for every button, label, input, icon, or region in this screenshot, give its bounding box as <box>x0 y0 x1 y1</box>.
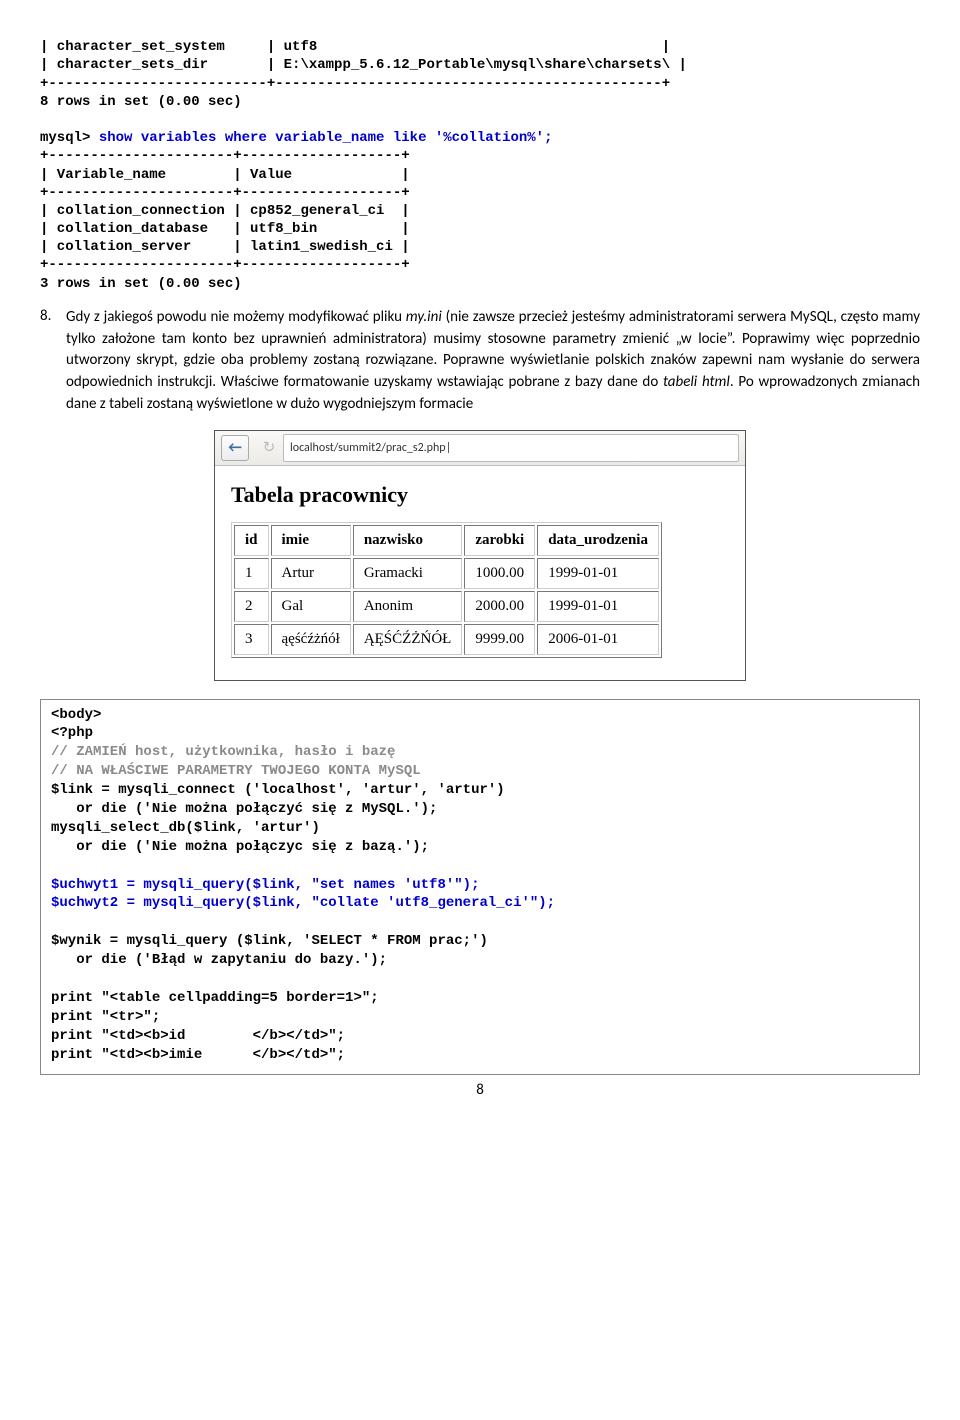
col-nazwisko: nazwisko <box>353 525 463 556</box>
sql-output: | character_set_system | utf8 | | charac… <box>40 20 920 293</box>
back-button[interactable]: ← <box>221 435 249 461</box>
browser-content: Tabela pracownicy id imie nazwisko zarob… <box>215 466 745 680</box>
col-data: data_urodzenia <box>537 525 659 556</box>
step-8-paragraph: 8. Gdy z jakiegoś powodu nie możemy mody… <box>40 307 920 416</box>
employees-table: id imie nazwisko zarobki data_urodzenia … <box>231 522 662 658</box>
browser-screenshot: ← ↻ localhost/summit2/prac_s2.php| Tabel… <box>214 430 746 681</box>
col-imie: imie <box>271 525 351 556</box>
table-row: 2 Gal Anonim 2000.00 1999-01-01 <box>234 591 659 622</box>
page-number: 8 <box>40 1081 920 1099</box>
table-row: 3 ąęśćźżńół ĄĘŚĆŹŻŃÓŁ 9999.00 2006-01-01 <box>234 624 659 655</box>
col-id: id <box>234 525 269 556</box>
arrow-left-icon: ← <box>228 439 242 457</box>
page-title: Tabela pracownicy <box>231 482 729 508</box>
browser-toolbar: ← ↻ localhost/summit2/prac_s2.php| <box>215 431 745 466</box>
col-zarobki: zarobki <box>464 525 535 556</box>
url-bar[interactable]: localhost/summit2/prac_s2.php| <box>283 434 739 462</box>
step-number: 8. <box>40 307 66 416</box>
table-header-row: id imie nazwisko zarobki data_urodzenia <box>234 525 659 556</box>
table-row: 1 Artur Gramacki 1000.00 1999-01-01 <box>234 558 659 589</box>
step-text: Gdy z jakiegoś powodu nie możemy modyfik… <box>66 307 920 416</box>
reload-icon[interactable]: ↻ <box>259 438 279 458</box>
php-code-block: <body> <?php // ZAMIEŃ host, użytkownika… <box>40 699 920 1076</box>
